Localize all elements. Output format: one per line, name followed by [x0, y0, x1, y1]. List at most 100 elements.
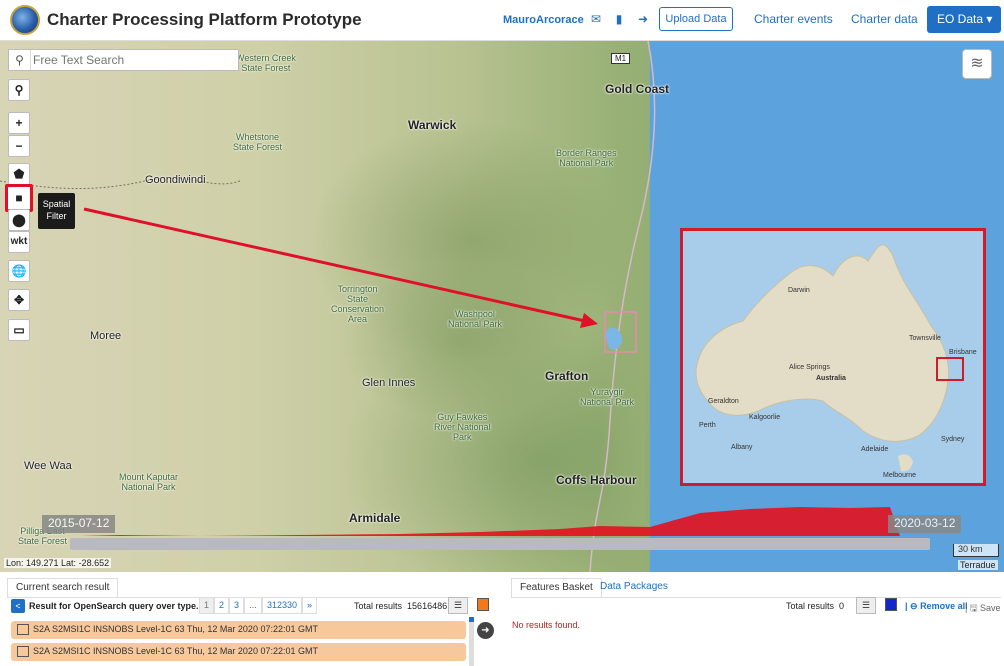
place-label: Grafton: [545, 369, 589, 383]
search-icon[interactable]: ⚲: [9, 50, 31, 70]
save-button[interactable]: | 🖫 Save: [965, 601, 1001, 617]
results-scrollbar[interactable]: [469, 617, 474, 666]
place-label: Moree: [90, 330, 122, 342]
layers-icon: ≋: [970, 55, 984, 72]
arrow-right-icon[interactable]: ➜: [477, 622, 494, 639]
expand-icon: ✥: [13, 293, 25, 307]
place-label: Armidale: [349, 511, 401, 525]
layers-button[interactable]: ≋: [962, 49, 992, 79]
map-pin-icon: ⬤: [12, 213, 26, 227]
inset-city: Geraldton: [708, 398, 739, 405]
place-label: Warwick: [408, 118, 457, 132]
spatial-filter-tooltip: Spatial Filter: [38, 193, 75, 229]
inset-city: Kalgoorlie: [749, 414, 781, 421]
footprint-icon: [17, 624, 29, 635]
pentagon-icon: ⬟: [13, 167, 25, 181]
list-icon: ☰: [453, 600, 463, 610]
total-results: Total results 15616486: [354, 601, 448, 611]
search-input[interactable]: [33, 51, 237, 69]
timeline-end-date[interactable]: 2020-03-12: [888, 515, 962, 533]
free-text-search[interactable]: ⚲: [8, 49, 239, 71]
fullscreen-button[interactable]: ✥: [8, 289, 30, 311]
share-icon[interactable]: <: [11, 599, 25, 613]
list-icon: ☰: [861, 600, 871, 610]
zoom-to-search-button[interactable]: ⚲: [8, 79, 30, 101]
place-label: Glen Innes: [362, 377, 416, 389]
nav-charter-data[interactable]: Charter data: [851, 12, 918, 26]
nav-charter-events[interactable]: Charter events: [754, 12, 833, 26]
page-button[interactable]: 2: [214, 597, 229, 614]
park-label: Yuraygir National Park: [580, 387, 635, 407]
park-label: Guy Fawkes River National Park: [434, 412, 491, 442]
place-label: Goondiwindi: [145, 174, 206, 186]
search-icon: ⚲: [14, 83, 24, 97]
list-view-button[interactable]: ☰: [448, 597, 468, 614]
tab-divider: [511, 597, 1001, 598]
globe-icon: 🌐: [11, 264, 27, 278]
envelope-icon[interactable]: ✉: [589, 12, 603, 26]
basket-list-button[interactable]: ☰: [856, 597, 876, 614]
charter-logo-icon: [10, 5, 40, 35]
globe-button[interactable]: 🌐: [8, 260, 30, 282]
park-label: Mount Kaputar National Park: [119, 472, 179, 492]
tab-current-search-result[interactable]: Current search result: [7, 578, 119, 598]
inset-city: Darwin: [788, 287, 810, 294]
footprint-icon: [17, 646, 29, 657]
polygon-draw-button[interactable]: ⬟: [8, 163, 30, 185]
place-label: Coffs Harbour: [556, 473, 637, 487]
square-icon: ■: [15, 191, 23, 205]
park-label: Border Ranges National Park: [556, 148, 617, 168]
book-icon[interactable]: ▮: [612, 12, 626, 26]
page-button-last[interactable]: 312330: [262, 597, 302, 614]
app-header: Charter Processing Platform Prototype Ma…: [0, 0, 1004, 41]
bottom-panels: Current search result < Result for OpenS…: [0, 572, 1004, 666]
point-draw-button[interactable]: ⬤: [8, 209, 30, 231]
tab-data-packages[interactable]: Data Packages: [592, 578, 676, 598]
scrollbar-thumb[interactable]: [469, 617, 474, 622]
inset-city: Brisbane: [949, 349, 977, 356]
park-label: Washpool National Park: [448, 309, 503, 329]
page-button[interactable]: 1: [199, 597, 214, 614]
australia-shape: [695, 244, 964, 472]
timeline-histogram: [80, 507, 900, 536]
park-label: Whetstone State Forest: [233, 132, 283, 152]
inset-city: Adelaide: [861, 446, 889, 453]
zoom-in-button[interactable]: +: [8, 112, 30, 134]
inset-city: Melbourne: [883, 472, 917, 479]
timeline-start-date[interactable]: 2015-07-12: [42, 515, 116, 533]
park-label: Torrington State Conservation Area: [331, 284, 385, 324]
scale-bar: 30 km: [953, 544, 999, 557]
zoom-out-button[interactable]: −: [8, 135, 30, 157]
no-results-message: No results found.: [512, 620, 581, 630]
user-link[interactable]: MauroArcorace: [503, 14, 584, 26]
wkt-button[interactable]: wkt: [8, 231, 30, 253]
park-label: Western Creek State Forest: [236, 53, 296, 73]
basket-total: Total results 0: [786, 601, 845, 611]
eo-data-dropdown[interactable]: EO Data ▾: [927, 6, 1001, 33]
cursor-coordinates: Lon: 149.271 Lat: -28.652: [4, 558, 112, 568]
result-color-swatch[interactable]: [477, 598, 489, 611]
measure-button[interactable]: ▭: [8, 319, 30, 341]
upload-data-button[interactable]: Upload Data: [659, 7, 733, 31]
page-next-button[interactable]: »: [302, 597, 317, 614]
inset-city: Perth: [699, 422, 716, 429]
page-button[interactable]: 3: [229, 597, 244, 614]
inset-country: Australia: [816, 375, 846, 382]
remove-all-button[interactable]: | ⊖ Remove all: [905, 601, 968, 612]
result-row[interactable]: S2A S2MSI1C INSNOBS Level-1C 63 Thu, 12 …: [11, 621, 466, 639]
road-shield: M1: [611, 53, 631, 64]
place-label: Wee Waa: [24, 460, 72, 472]
result-row[interactable]: S2A S2MSI1C INSNOBS Level-1C 63 Thu, 12 …: [11, 643, 466, 661]
map-view[interactable]: Gold Coast Warwick Goondiwindi Moree Gle…: [0, 41, 1004, 572]
timeline-slider[interactable]: [70, 538, 930, 550]
app-title: Charter Processing Platform Prototype: [47, 10, 362, 29]
map-attribution: Terradue: [958, 560, 998, 570]
place-label: Gold Coast: [605, 82, 670, 96]
ruler-icon: ▭: [13, 323, 25, 337]
inset-city: Albany: [731, 444, 753, 451]
australia-inset-map: Darwin Townsville Alice Springs Geraldto…: [680, 228, 986, 486]
tab-features-basket[interactable]: Features Basket: [511, 578, 602, 598]
rectangle-draw-button[interactable]: ■: [5, 184, 33, 212]
basket-color-swatch[interactable]: [885, 598, 897, 611]
sign-out-icon[interactable]: ➜: [636, 12, 650, 26]
